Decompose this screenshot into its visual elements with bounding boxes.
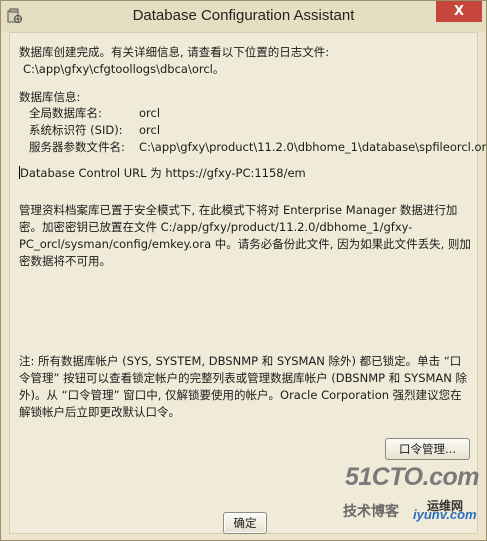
completion-message: 数据库创建完成。有关详细信息, 请查看以下位置的日志文件: bbox=[19, 45, 330, 59]
dialog-content: 数据库创建完成。有关详细信息, 请查看以下位置的日志文件: C:\app\gfx… bbox=[9, 32, 487, 534]
account-lock-note: 注: 所有数据库帐户 (SYS, SYSTEM, DBSNMP 和 SYSMAN… bbox=[19, 354, 468, 419]
sid-value: orcl bbox=[139, 123, 161, 137]
em-url-line: Database Control URL 为 https://gfxy-PC:1… bbox=[19, 165, 306, 181]
dialog-window: Database Configuration Assistant X 数据库创建… bbox=[0, 0, 487, 541]
spfile-value: C:\app\gfxy\product\11.2.0\dbhome_1\data… bbox=[139, 140, 487, 154]
global-db-name-label: 全局数据库名: bbox=[29, 106, 102, 120]
db-info-heading: 数据库信息: bbox=[19, 90, 81, 104]
window-title: Database Configuration Assistant bbox=[132, 7, 355, 24]
password-management-button[interactable]: 口令管理... bbox=[385, 438, 470, 460]
spfile-label: 服务器参数文件名: bbox=[29, 140, 125, 154]
ok-button[interactable]: 确定 bbox=[223, 512, 267, 534]
title-bar[interactable]: Database Configuration Assistant X bbox=[1, 1, 486, 32]
sid-label: 系统标识符 (SID): bbox=[29, 123, 123, 137]
global-db-name-value: orcl bbox=[139, 106, 161, 120]
repository-note: 管理资料档案库已置于安全模式下, 在此模式下将对 Enterprise Mana… bbox=[19, 203, 471, 268]
log-path: C:\app\gfxy\cfgtoollogs\dbca\orcl。 bbox=[23, 62, 225, 76]
em-url-text: Database Control URL 为 https://gfxy-PC:1… bbox=[20, 166, 306, 180]
close-button[interactable]: X bbox=[436, 1, 482, 22]
